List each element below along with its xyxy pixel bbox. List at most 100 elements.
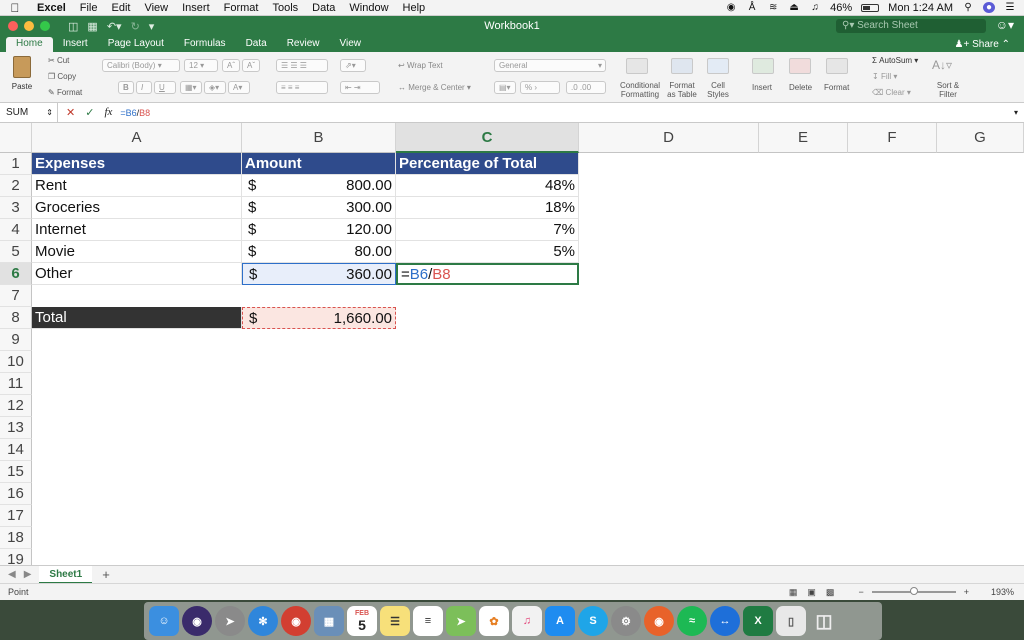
cell-a2[interactable]: Rent (32, 175, 242, 197)
menu-format[interactable]: Format (217, 2, 266, 14)
close-window-button[interactable] (8, 21, 18, 31)
eject-icon[interactable]: ⏏ (788, 2, 800, 13)
accounting-format-button[interactable]: ▤▾ (494, 81, 516, 94)
bold-button[interactable]: B (118, 81, 134, 94)
customize-toolbar-icon[interactable]: ▾ (149, 20, 155, 33)
zoom-slider-thumb[interactable] (909, 587, 918, 595)
calendar-icon[interactable]: FEB 5 (347, 606, 377, 636)
format-as-table-label[interactable]: Format as Table (664, 81, 700, 99)
row-header-8[interactable]: 8 (0, 307, 32, 329)
cell-a5[interactable]: Movie (32, 241, 242, 263)
underline-button[interactable]: U (154, 81, 176, 94)
cell-b8-referenced[interactable]: $1,660.00 (242, 307, 396, 329)
page-break-view-icon[interactable]: ▩ (826, 587, 859, 598)
cell-c5[interactable]: 5% (396, 241, 579, 263)
photos-icon[interactable]: ✿ (479, 606, 509, 636)
formula-input[interactable]: =B6/B8 (120, 108, 150, 118)
row-header-10[interactable]: 10 (0, 351, 32, 373)
orientation-button[interactable]: ⇗▾ (340, 59, 366, 72)
insert-cells-icon[interactable] (752, 58, 774, 74)
row-header-1[interactable]: 1 (0, 153, 32, 175)
apple-menu-icon[interactable]:  (0, 1, 30, 15)
menu-view[interactable]: View (137, 2, 175, 14)
enter-formula-icon[interactable]: ✓ (85, 106, 94, 119)
tab-page-layout[interactable]: Page Layout (98, 37, 174, 52)
insert-cells-label[interactable]: Insert (752, 83, 772, 92)
borders-button[interactable]: ▦▾ (180, 81, 202, 94)
siri-icon[interactable]: ◉ (182, 606, 212, 636)
row-header-11[interactable]: 11 (0, 373, 32, 395)
cell-a4[interactable]: Internet (32, 219, 242, 241)
menu-tools[interactable]: Tools (265, 2, 305, 14)
cell-c6-editing[interactable]: =B6/B8 (396, 263, 579, 285)
format-cells-icon[interactable] (826, 58, 848, 74)
row-header-17[interactable]: 17 (0, 505, 32, 527)
format-cells-label[interactable]: Format (824, 83, 849, 92)
siri-icon[interactable]: ● (983, 2, 995, 13)
cut-button[interactable]: ✂ Cut (48, 56, 69, 65)
cancel-formula-icon[interactable]: ✕ (66, 106, 75, 119)
indent-button[interactable]: ⇤ ⇥ (340, 81, 380, 94)
cell-c1[interactable]: Percentage of Total (396, 153, 579, 175)
share-button[interactable]: ♟+ Share ⌃ (955, 38, 1024, 52)
zoom-level[interactable]: 193% (991, 587, 1024, 597)
autosum-button[interactable]: Σ AutoSum ▾ (872, 56, 918, 65)
undo-icon[interactable]: ↶▾ (107, 20, 122, 33)
feedback-smiley-icon[interactable]: ☺▾ (996, 18, 1014, 32)
cell-a6[interactable]: Other (32, 263, 242, 285)
column-header-f[interactable]: F (848, 123, 937, 153)
spotlight-search-icon[interactable]: ⚲ (962, 2, 974, 13)
delete-cells-icon[interactable] (789, 58, 811, 74)
app-store-icon[interactable]: A (545, 606, 575, 636)
cell-b6-referenced[interactable]: $360.00 (242, 263, 396, 285)
row-header-4[interactable]: 4 (0, 219, 32, 241)
wrap-text-button[interactable]: ↩ Wrap Text (398, 61, 443, 70)
cell-c2[interactable]: 48% (396, 175, 579, 197)
tab-insert[interactable]: Insert (53, 37, 98, 52)
cell-a1[interactable]: Expenses (32, 153, 242, 175)
page-layout-view-icon[interactable]: ▣ (807, 587, 826, 598)
finder-icon[interactable]: ☺ (149, 606, 179, 636)
column-header-g[interactable]: G (937, 123, 1024, 153)
launchpad-icon[interactable]: ➤ (215, 606, 245, 636)
maps-icon[interactable]: ➤ (446, 606, 476, 636)
row-header-9[interactable]: 9 (0, 329, 32, 351)
font-size-select[interactable]: 12 ▾ (184, 59, 218, 72)
conditional-formatting-label[interactable]: Conditional Formatting (616, 81, 664, 99)
merge-center-button[interactable]: ↔ Merge & Center ▾ (398, 83, 471, 92)
tab-view[interactable]: View (329, 37, 371, 52)
row-header-14[interactable]: 14 (0, 439, 32, 461)
row-header-2[interactable]: 2 (0, 175, 32, 197)
clear-button[interactable]: ⌫ Clear ▾ (872, 88, 911, 97)
notes-icon[interactable]: ☰ (380, 606, 410, 636)
tab-home[interactable]: Home (6, 37, 53, 52)
select-all-corner[interactable] (0, 123, 32, 153)
cell-b2[interactable]: $800.00 (242, 175, 396, 197)
fill-color-button[interactable]: ◈▾ (204, 81, 226, 94)
column-header-e[interactable]: E (759, 123, 848, 153)
menu-help[interactable]: Help (396, 2, 433, 14)
name-box[interactable]: SUM ⇕ (0, 102, 58, 123)
zoom-slider[interactable] (871, 587, 956, 595)
row-header-13[interactable]: 13 (0, 417, 32, 439)
menu-edit[interactable]: Edit (104, 2, 137, 14)
align-top-button[interactable]: ☰ ☰ ☰ (276, 59, 328, 72)
search-sheet-input[interactable]: ⚲▾ Search Sheet (836, 19, 986, 33)
copy-button[interactable]: ❐ Copy (48, 72, 76, 81)
menu-file[interactable]: File (73, 2, 105, 14)
teamviewer-icon[interactable]: ↔ (710, 606, 740, 636)
add-sheet-button[interactable]: + (92, 567, 110, 582)
normal-view-icon[interactable]: ▦ (789, 587, 808, 598)
zoom-out-button[interactable]: − (858, 587, 871, 597)
sort-filter-icon[interactable]: A↓▿ (932, 58, 952, 72)
menu-insert[interactable]: Insert (175, 2, 217, 14)
prev-sheet-icon[interactable]: ◀ (0, 569, 16, 580)
skype-icon[interactable]: S (578, 606, 608, 636)
wifi-icon[interactable]: ≋ (767, 2, 779, 13)
minimize-window-button[interactable] (24, 21, 34, 31)
paste-button[interactable]: Paste (6, 56, 38, 100)
number-format-select[interactable]: General ▾ (494, 59, 606, 72)
decrease-font-button[interactable]: Aˇ (242, 59, 260, 72)
column-header-d[interactable]: D (579, 123, 759, 153)
menu-app-name[interactable]: Excel (30, 2, 73, 14)
